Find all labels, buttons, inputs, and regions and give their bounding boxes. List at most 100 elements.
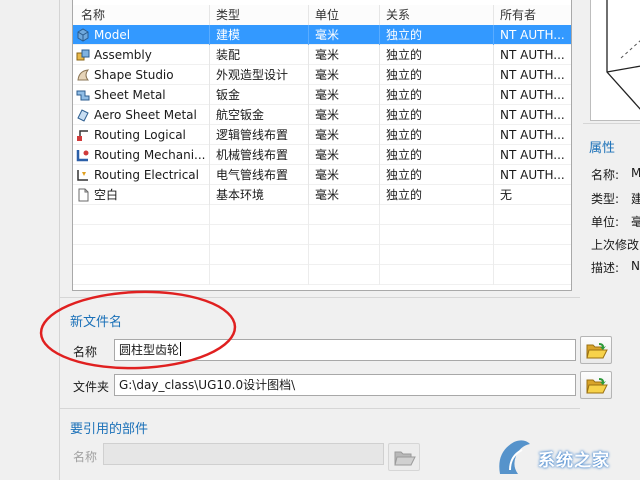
property-label: 类型: xyxy=(591,192,620,206)
cell-relation: 独立的 xyxy=(380,65,494,85)
annotation-circle xyxy=(39,290,237,370)
cell-name: Model xyxy=(73,25,210,45)
column-header-name[interactable]: 名称 xyxy=(73,5,210,25)
browse-filename-button[interactable] xyxy=(580,336,612,364)
property-unit: 单位: 毫 xyxy=(591,213,640,230)
cell-type: 装配 xyxy=(210,45,309,65)
watermark-text: 系统之家 xyxy=(538,451,610,471)
cell-relation: 独立的 xyxy=(380,125,494,145)
cell-relation xyxy=(380,225,494,245)
cell-type xyxy=(210,245,309,265)
browse-folder-button[interactable] xyxy=(580,371,612,399)
cell-name: Routing Mechani... xyxy=(73,145,210,165)
cell-owner: NT AUTH... xyxy=(500,148,565,162)
table-row[interactable]: Assembly 装配 毫米 独立的 NT AUTH... xyxy=(73,45,571,65)
table-row[interactable]: Routing Electrical 电气管线布置 毫米 独立的 NT AUTH... xyxy=(73,165,571,185)
routing-mechanical-icon xyxy=(76,148,90,162)
cell-unit xyxy=(309,205,380,225)
table-row-empty xyxy=(73,265,571,285)
property-value: N xyxy=(631,259,640,273)
cell-name xyxy=(73,225,210,245)
property-value: M xyxy=(631,166,640,180)
sheet-metal-icon xyxy=(76,88,90,102)
cell-unit: 毫米 xyxy=(309,165,380,185)
cell-unit: 毫米 xyxy=(309,25,380,45)
property-value: 建 xyxy=(631,192,640,206)
referenced-name-input xyxy=(103,443,384,465)
cell-name: Routing Logical xyxy=(73,125,210,145)
referenced-part-title: 要引用的部件 xyxy=(70,422,149,437)
blank-file-icon xyxy=(76,188,90,202)
property-last-modified: 上次修改 xyxy=(591,236,639,253)
cell-unit: 毫米 xyxy=(309,65,380,85)
folder-icon xyxy=(394,451,416,466)
table-row[interactable]: Routing Mechani... 机械管线布置 毫米 独立的 NT AUTH... xyxy=(73,145,571,165)
table-row[interactable]: Shape Studio 外观造型设计 毫米 独立的 NT AUTH... xyxy=(73,65,571,85)
cell-name: Sheet Metal xyxy=(73,85,210,105)
property-description: 描述: N xyxy=(591,259,640,276)
property-label: 上次修改 xyxy=(591,238,640,252)
cell-owner: NT AUTH... xyxy=(500,108,565,122)
cell-owner: NT AUTH... xyxy=(500,68,565,82)
property-value: 毫 xyxy=(631,215,640,229)
preview-cube-icon xyxy=(606,0,640,110)
column-header-relation[interactable]: 关系 xyxy=(380,5,494,25)
cell-type: 航空钣金 xyxy=(210,105,309,125)
cell-type: 基本环境 xyxy=(210,185,309,205)
cell-name xyxy=(73,265,210,285)
column-header-type[interactable]: 类型 xyxy=(210,5,309,25)
cell-relation: 独立的 xyxy=(380,85,494,105)
cell-name: Routing Electrical xyxy=(73,165,210,185)
cell-type: 机械管线布置 xyxy=(210,145,309,165)
cell-owner: NT AUTH... xyxy=(500,168,565,182)
cell-owner xyxy=(494,245,571,265)
table-row-empty xyxy=(73,225,571,245)
property-label: 描述: xyxy=(591,261,620,275)
table-row[interactable]: Sheet Metal 钣金 毫米 独立的 NT AUTH... xyxy=(73,85,571,105)
property-type: 类型: 建 xyxy=(591,190,640,207)
folder-label: 文件夹 xyxy=(73,380,110,394)
cell-unit: 毫米 xyxy=(309,45,380,65)
cell-relation xyxy=(380,205,494,225)
cell-owner: NT AUTH... xyxy=(500,48,565,62)
table-row[interactable]: Model 建模 毫米 独立的 NT AUTH... xyxy=(73,25,571,45)
cell-type xyxy=(210,265,309,285)
folder-input[interactable]: G:\day_class\UG10.0设计图档\ xyxy=(114,374,576,396)
cell-name: Aero Sheet Metal xyxy=(73,105,210,125)
cell-unit xyxy=(309,245,380,265)
table-row-empty xyxy=(73,245,571,265)
cell-type: 建模 xyxy=(210,25,309,45)
template-table[interactable]: 名称 类型 单位 关系 所有者 Model 建模 毫米 独立的 NT AUTH... As… xyxy=(72,0,572,291)
cell-relation xyxy=(380,265,494,285)
routing-logical-icon xyxy=(76,128,90,142)
cell-unit xyxy=(309,225,380,245)
cell-relation: 独立的 xyxy=(380,145,494,165)
column-header-unit[interactable]: 单位 xyxy=(309,5,380,25)
cell-unit: 毫米 xyxy=(309,125,380,145)
cell-relation: 独立的 xyxy=(380,165,494,185)
referenced-name-label: 名称 xyxy=(73,450,98,464)
cell-type: 电气管线布置 xyxy=(210,165,309,185)
cell-relation: 独立的 xyxy=(380,105,494,125)
column-header-owner[interactable]: 所有者 xyxy=(494,5,571,25)
cell-type xyxy=(210,205,309,225)
cell-relation xyxy=(380,245,494,265)
table-row[interactable]: Routing Logical 逻辑管线布置 毫米 独立的 NT AUTH... xyxy=(73,125,571,145)
cell-owner xyxy=(494,205,571,225)
cell-type: 逻辑管线布置 xyxy=(210,125,309,145)
cell-type: 外观造型设计 xyxy=(210,65,309,85)
model-icon xyxy=(76,28,90,42)
cell-relation: 独立的 xyxy=(380,45,494,65)
cell-unit: 毫米 xyxy=(309,145,380,165)
cell-unit xyxy=(309,265,380,285)
open-folder-icon xyxy=(586,343,608,359)
divider xyxy=(583,123,640,124)
cell-unit: 毫米 xyxy=(309,105,380,125)
cell-owner xyxy=(494,265,571,285)
cell-type: 钣金 xyxy=(210,85,309,105)
shape-studio-icon xyxy=(76,68,90,82)
cell-owner: NT AUTH... xyxy=(500,128,565,142)
table-row[interactable]: Aero Sheet Metal 航空钣金 毫米 独立的 NT AUTH... xyxy=(73,105,571,125)
property-name: 名称: M xyxy=(591,166,640,183)
table-row[interactable]: 空白 基本环境 毫米 独立的无 xyxy=(73,185,571,205)
